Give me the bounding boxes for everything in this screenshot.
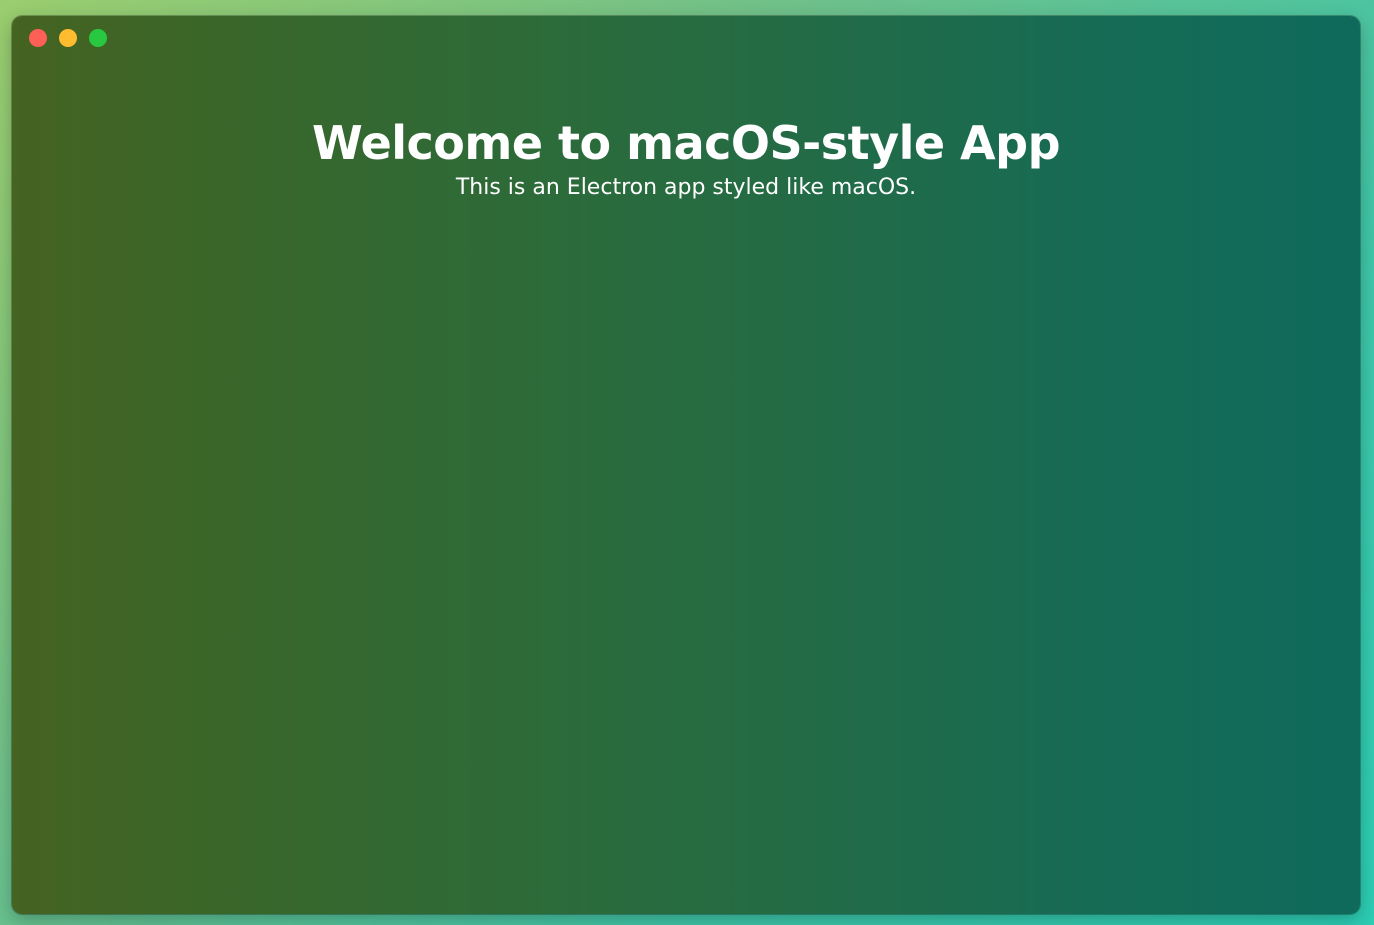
close-window-button[interactable] (29, 29, 47, 47)
page-subtitle: This is an Electron app styled like macO… (455, 174, 917, 200)
app-window: Welcome to macOS-style App This is an El… (12, 16, 1360, 914)
window-controls (29, 29, 107, 47)
page-title: Welcome to macOS-style App (311, 116, 1061, 170)
minimize-window-button[interactable] (59, 29, 77, 47)
welcome-content: Welcome to macOS-style App This is an El… (12, 118, 1360, 201)
maximize-window-button[interactable] (89, 29, 107, 47)
